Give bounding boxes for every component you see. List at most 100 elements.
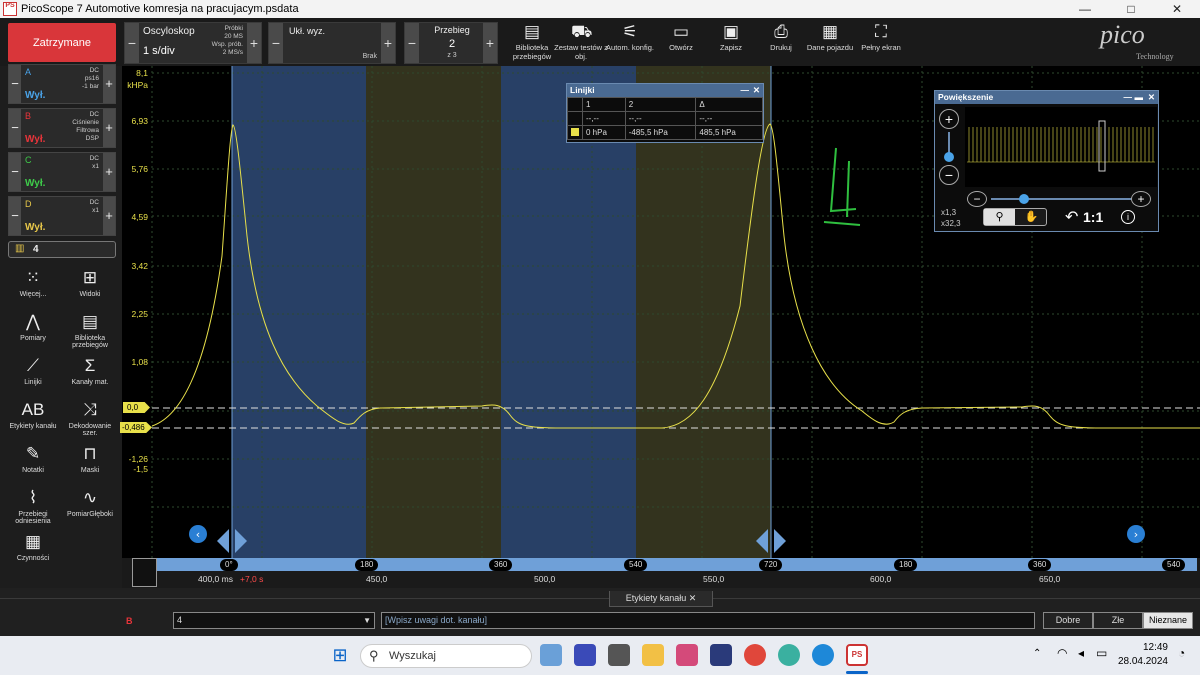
close-button[interactable]: ✕ [1154,0,1200,18]
channel-b-plus-button[interactable]: + [103,109,115,147]
library-button[interactable]: ▤ Biblioteka przebiegów [504,22,560,64]
horizontal-zoom-slider[interactable] [991,198,1131,200]
clock-date[interactable]: 28.04.2024 [1112,656,1168,667]
channel-c-minus-button[interactable]: − [9,153,21,191]
tab-channel-labels[interactable]: Etykiety kanału ✕ [609,591,713,607]
panel-close-icon[interactable]: ✕ [753,84,760,97]
channel-b[interactable]: − B Wył. DC Ciśnienie Filtrowa DSP + [8,108,116,148]
masks-tool[interactable]: ⊓ Maski [62,444,118,474]
measurements-tool[interactable]: ⋀ Pomiary [5,312,61,342]
channel-d-state[interactable]: Wył. [25,222,45,233]
chrome-icon[interactable] [744,644,766,666]
waveform-next-button[interactable]: + [483,23,497,63]
serial-decode-tool[interactable]: ⤨ Dekodowanie szer. [62,400,118,437]
ruler-flag-2[interactable]: -0,486 [120,422,152,433]
channel-labels-tool[interactable]: AB Etykiety kanału [5,400,61,430]
pan-hand-icon[interactable]: ✋ [1017,209,1046,225]
close-tab-icon[interactable]: ✕ [689,593,697,603]
zoom-panel[interactable]: Powiększenie — ▬ ✕ + − − + x1,3 x32,3 ⚲ … [934,90,1159,232]
zoom-tool-icon[interactable]: ⚲ [984,209,1015,225]
math-channels-tool[interactable]: Σ Kanały mat. [62,356,118,386]
timebase-plus-button[interactable]: + [247,23,261,63]
channel-d-minus-button[interactable]: − [9,197,21,235]
bad-button[interactable]: Złe [1093,612,1143,629]
zoom-out-horizontal-button[interactable]: − [967,191,987,207]
rulers-tool[interactable]: ⟋ Linijki [5,356,61,386]
channel-d-plus-button[interactable]: + [103,197,115,235]
channel-b-state[interactable]: Wył. [25,134,45,145]
calculator-icon[interactable] [608,644,630,666]
edge-icon[interactable] [812,644,834,666]
panel-close-icon[interactable]: ✕ [1148,91,1155,104]
unknown-button[interactable]: Nieznane [1143,612,1193,629]
waveform-prev-button[interactable]: − [405,23,419,63]
save-button[interactable]: ▣ Zapisz [703,22,759,64]
store-icon[interactable] [540,644,562,666]
taskbar-search[interactable]: ⚲ Wyszukaj [360,644,532,668]
trigger-plus-button[interactable]: + [381,23,395,63]
horizontal-zoom-thumb[interactable] [1019,194,1029,204]
notifications-icon[interactable]: ◔ [1178,646,1185,660]
open-button[interactable]: ▭ Otwórz [653,22,709,64]
test-set-button[interactable]: ⛟ Zestaw testów z obj. [553,22,609,64]
undo-zoom-icon[interactable]: ↶ [1065,207,1078,227]
channel-a-minus-button[interactable]: − [9,65,21,103]
battery-icon[interactable]: ▭ [1096,646,1107,660]
panel-restore-icon[interactable]: ▬ [1135,91,1144,104]
channel-c-plus-button[interactable]: + [103,153,115,191]
more-tool[interactable]: ⁙ Więcej... [5,268,61,298]
zoom-out-vertical-button[interactable]: − [939,165,959,185]
channel-c-state[interactable]: Wył. [25,178,45,189]
app-icon[interactable] [574,644,596,666]
channel-a-plus-button[interactable]: + [103,65,115,103]
chevron-up-icon[interactable]: ⌃ [1033,648,1041,659]
channel-b-minus-button[interactable]: − [9,109,21,147]
panel-minimize-icon[interactable]: — [741,84,750,97]
speaker-icon[interactable]: ◂ [1078,646,1084,660]
zoom-in-horizontal-button[interactable]: + [1131,191,1151,207]
minimize-button[interactable]: — [1062,0,1108,18]
notes-tool[interactable]: ✎ Notatki [5,444,61,474]
zoom-mode-toggle[interactable]: ⚲ ✋ [983,208,1047,226]
vertical-zoom-thumb[interactable] [944,152,954,162]
waveform-number[interactable]: 2 [419,38,485,50]
zoom-overview[interactable] [965,107,1157,187]
auto-setup-button[interactable]: ⚟ Autom. konfig. [602,22,658,64]
vehicle-data-button[interactable]: ▦ Dane pojazdu [802,22,858,64]
actions-tool[interactable]: ▦ Czynności [5,532,61,562]
waveform-library-tool[interactable]: ▤ Biblioteka przebiegów [62,312,118,349]
print-button[interactable]: ⎙ Drukuj [753,22,809,64]
app-icon[interactable] [778,644,800,666]
app-icon[interactable] [676,644,698,666]
math-channels-button[interactable]: ▥ 4 [8,241,116,258]
info-icon[interactable]: i [1121,210,1135,224]
maximize-button[interactable]: □ [1108,0,1154,18]
windows-start-icon[interactable]: ⊞ [329,644,351,666]
save-app-icon[interactable] [710,644,732,666]
file-explorer-icon[interactable] [642,644,664,666]
stop-button[interactable]: Zatrzymane [8,23,116,62]
reference-waveforms-tool[interactable]: ⌇ Przebiegi odniesienia [5,488,61,525]
channel-label-select[interactable]: 4 ▼ [173,612,375,629]
deep-measure-tool[interactable]: ∿ PomiarGłęboki [62,488,118,518]
trigger-value[interactable]: Brak [363,53,377,60]
rulers-panel[interactable]: Linijki — ✕ 12Δ --,-- --,-- --,-- 0 hPa -48… [566,83,764,143]
timebase-value[interactable]: 1 s/div [143,45,175,57]
samples-value[interactable]: 20 MS [212,33,243,41]
picoscope-taskbar-icon[interactable]: PS [846,644,868,666]
clock-time[interactable]: 12:49 [1120,642,1168,653]
channel-d[interactable]: − D Wył. DC x1 + [8,196,116,236]
time-ruler-handle[interactable] [132,558,157,587]
panel-minimize-icon[interactable]: — [1124,91,1133,104]
wifi-icon[interactable]: ◠ [1057,646,1067,660]
fullscreen-button[interactable]: ⛶ Pełny ekran [853,22,909,64]
zoom-in-vertical-button[interactable]: + [939,109,959,129]
timebase-minus-button[interactable]: − [125,23,139,63]
views-tool[interactable]: ⊞ Widoki [62,268,118,298]
channel-c[interactable]: − C Wył. DC x1 + [8,152,116,192]
channel-a[interactable]: − A Wył. DC ps16 -1 bar + [8,64,116,104]
zoom-reset-button[interactable]: 1:1 [1083,209,1103,225]
channel-note-input[interactable]: [Wpisz uwagi dot. kanału] [381,612,1035,629]
channel-a-state[interactable]: Wył. [25,90,45,101]
trigger-minus-button[interactable]: − [269,23,283,63]
